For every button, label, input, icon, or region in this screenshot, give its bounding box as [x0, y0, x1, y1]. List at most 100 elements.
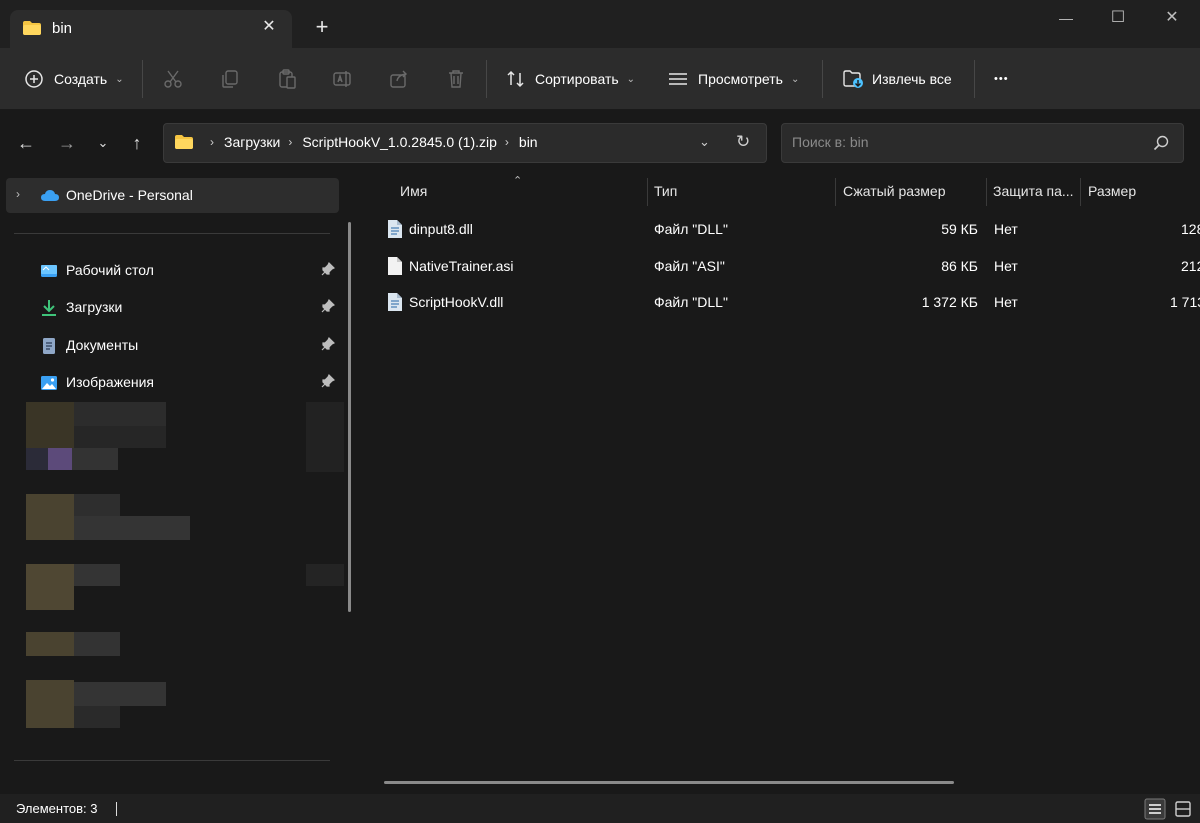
sidebar-item-label: OneDrive - Personal [66, 187, 193, 203]
item-count: Элементов: 3 [16, 801, 98, 816]
toolbar-divider [974, 60, 975, 98]
sidebar-scrollbar[interactable] [348, 222, 351, 612]
sidebar-item-label: Рабочий стол [66, 262, 154, 278]
file-type: Файл "ASI" [654, 258, 725, 274]
breadcrumb-zip[interactable]: ScriptHookV_1.0.2845.0 (1).zip [302, 134, 497, 150]
table-row[interactable]: NativeTrainer.asi Файл "ASI" 86 КБ Нет 2… [382, 248, 1200, 284]
search-input[interactable] [792, 134, 1142, 150]
chevron-down-icon: ⌄ [790, 73, 800, 85]
horizontal-scrollbar[interactable] [384, 781, 954, 784]
tab-bin[interactable]: bin ✕ [10, 10, 292, 48]
folder-icon [175, 135, 193, 149]
table-row[interactable]: dinput8.dll Файл "DLL" 59 КБ Нет 128 [382, 211, 1200, 247]
column-type[interactable]: Тип [654, 183, 677, 199]
column-divider[interactable] [647, 178, 648, 206]
maximize-button[interactable]: ☐ [1106, 6, 1130, 30]
file-list: ⌃ Имя Тип Сжатый размер Защита па... Раз… [362, 175, 1200, 794]
sidebar-item-label: Документы [66, 337, 139, 353]
documents-icon [43, 338, 55, 354]
pin-icon[interactable] [321, 374, 335, 388]
close-window-button[interactable]: ✕ [1160, 6, 1184, 30]
column-size[interactable]: Размер [1088, 183, 1136, 199]
table-row[interactable]: ScriptHookV.dll Файл "DLL" 1 372 КБ Нет … [382, 284, 1200, 320]
extract-label: Извлечь все [872, 71, 952, 87]
file-icon [388, 257, 402, 275]
pin-icon[interactable] [321, 299, 335, 313]
status-divider [116, 802, 117, 816]
column-protection[interactable]: Защита па... [993, 183, 1074, 199]
file-compressed-size: 1 372 КБ [921, 294, 978, 310]
extract-all-button[interactable]: Извлечь все [842, 66, 952, 92]
view-list-icon [669, 73, 687, 85]
new-tab-button[interactable]: + [310, 15, 334, 39]
column-divider[interactable] [1080, 178, 1081, 206]
column-divider[interactable] [986, 178, 987, 206]
chevron-down-icon: ⌄ [626, 73, 636, 85]
pictures-icon [41, 376, 57, 390]
cut-icon[interactable] [162, 68, 184, 90]
view-button[interactable]: Просмотреть ⌄ [668, 66, 799, 92]
address-bar[interactable]: › Загрузки › ScriptHookV_1.0.2845.0 (1).… [163, 123, 767, 163]
delete-icon[interactable] [445, 68, 467, 90]
sidebar-item-onedrive[interactable]: › OneDrive - Personal [6, 178, 339, 213]
column-name[interactable]: Имя [400, 183, 427, 199]
tiles-view-icon[interactable] [1172, 798, 1194, 820]
file-name: ScriptHookV.dll [409, 294, 504, 310]
create-label: Создать [54, 71, 108, 87]
chevron-right-icon[interactable]: › [16, 187, 20, 201]
chevron-right-icon[interactable]: › [505, 135, 509, 149]
file-compressed-size: 86 КБ [941, 258, 978, 274]
more-options-button[interactable]: ••• [994, 66, 1009, 92]
details-view-icon[interactable] [1144, 798, 1166, 820]
file-size: 212 [1181, 258, 1200, 274]
forward-arrow-icon[interactable]: → [56, 132, 78, 154]
back-arrow-icon[interactable]: ← [15, 132, 37, 154]
address-history-icon[interactable]: ⌄ [699, 134, 710, 150]
toolbar-divider [142, 60, 143, 98]
sidebar-item-desktop[interactable]: Рабочий стол [14, 254, 339, 288]
recent-locations-icon[interactable]: ⌄ [92, 132, 114, 154]
extract-folder-icon [843, 70, 863, 88]
search-box[interactable] [781, 123, 1184, 163]
sidebar-item-label: Загрузки [66, 299, 123, 315]
file-name: NativeTrainer.asi [409, 258, 514, 274]
sidebar-divider [14, 233, 330, 234]
share-icon[interactable] [388, 68, 410, 90]
file-name: dinput8.dll [409, 221, 473, 237]
sidebar-item-downloads[interactable]: Загрузки [14, 291, 339, 325]
dll-file-icon [388, 293, 402, 311]
file-size: 128 [1181, 221, 1200, 237]
refresh-icon[interactable]: ↻ [736, 132, 750, 152]
rename-icon[interactable] [332, 68, 354, 90]
up-arrow-icon[interactable]: ↑ [126, 132, 148, 154]
sidebar-item-documents[interactable]: Документы [14, 329, 339, 363]
file-type: Файл "DLL" [654, 221, 728, 237]
file-protection: Нет [994, 258, 1018, 274]
breadcrumb-bin[interactable]: bin [519, 134, 538, 150]
tab-close-icon[interactable]: ✕ [258, 16, 280, 38]
tab-title: bin [52, 20, 73, 37]
command-bar: Создать ⌄ Сортировать ⌄ Просмотреть ⌄ Из… [0, 48, 1200, 110]
navigation-row: ← → ⌄ ↑ › Загрузки › ScriptHookV_1.0.284… [0, 110, 1200, 176]
paste-icon[interactable] [276, 68, 298, 90]
sidebar-item-pictures[interactable]: Изображения [14, 366, 339, 400]
sort-button[interactable]: Сортировать ⌄ [506, 66, 635, 92]
toolbar-divider [822, 60, 823, 98]
chevron-right-icon[interactable]: › [288, 135, 292, 149]
downloads-icon [42, 300, 56, 316]
pin-icon[interactable] [321, 337, 335, 351]
file-type: Файл "DLL" [654, 294, 728, 310]
copy-icon[interactable] [219, 68, 241, 90]
pin-icon[interactable] [321, 262, 335, 276]
search-icon[interactable] [1153, 135, 1169, 151]
status-bar: Элементов: 3 [0, 794, 1200, 823]
create-button[interactable]: Создать ⌄ [24, 66, 124, 92]
breadcrumb: › Загрузки › ScriptHookV_1.0.2845.0 (1).… [174, 134, 538, 150]
sidebar-item-label: Изображения [66, 374, 154, 390]
title-bar: bin ✕ + — ☐ ✕ [0, 0, 1200, 48]
file-compressed-size: 59 КБ [941, 221, 978, 237]
column-compressed-size[interactable]: Сжатый размер [843, 183, 945, 199]
breadcrumb-downloads[interactable]: Загрузки [224, 134, 280, 150]
column-divider[interactable] [835, 178, 836, 206]
minimize-button[interactable]: — [1054, 6, 1078, 30]
